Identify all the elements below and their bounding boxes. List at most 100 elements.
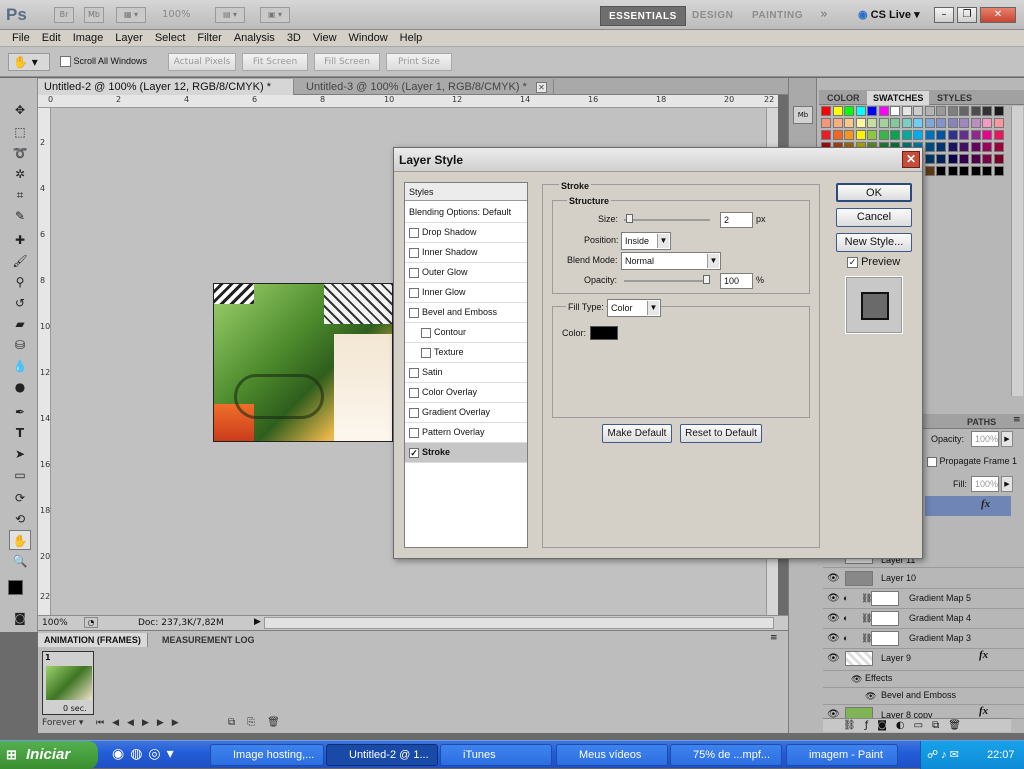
color-swatch[interactable] bbox=[993, 118, 1004, 128]
fill-type-select[interactable]: Color ▼ bbox=[607, 299, 661, 317]
color-swatch[interactable] bbox=[924, 142, 935, 152]
layer-opacity-field[interactable]: 100% bbox=[971, 431, 999, 447]
move-tool-icon[interactable]: ✥ bbox=[9, 100, 31, 120]
color-swatch[interactable] bbox=[947, 142, 958, 152]
cs-live-button[interactable]: ◉ CS Live ▾ bbox=[858, 8, 920, 21]
color-swatch[interactable] bbox=[947, 106, 958, 116]
color-swatch[interactable] bbox=[947, 130, 958, 140]
reset-to-default-button[interactable]: Reset to Default bbox=[680, 424, 762, 443]
opacity-arrow-icon[interactable]: ▶ bbox=[1001, 431, 1013, 447]
restore-button[interactable]: ❐ bbox=[957, 7, 977, 23]
style-item-outer-glow[interactable]: Outer Glow bbox=[405, 263, 527, 283]
menu-analysis[interactable]: Analysis bbox=[228, 30, 281, 47]
magic-wand-tool-icon[interactable]: ✲ bbox=[9, 164, 31, 184]
tab-untitled-3[interactable]: Untitled-3 @ 100% (Layer 1, RGB/8/CMYK) … bbox=[300, 79, 554, 95]
dialog-close-button[interactable]: ✕ bbox=[902, 151, 920, 168]
screen-mode-icon[interactable]: ▣ ▾ bbox=[260, 7, 290, 23]
minimize-button[interactable]: – bbox=[934, 7, 954, 23]
color-swatch[interactable] bbox=[936, 166, 946, 176]
style-item-drop-shadow[interactable]: Drop Shadow bbox=[405, 223, 527, 243]
color-swatch[interactable] bbox=[970, 154, 981, 164]
color-swatch[interactable] bbox=[959, 142, 969, 152]
tab-swatches[interactable]: SWATCHES bbox=[867, 91, 930, 105]
menu-select[interactable]: Select bbox=[149, 30, 192, 47]
color-swatch[interactable] bbox=[878, 106, 889, 116]
menu-window[interactable]: Window bbox=[343, 30, 394, 47]
tab-measurement-log[interactable]: MEASUREMENT LOG bbox=[156, 633, 261, 647]
horizontal-scrollbar[interactable] bbox=[264, 617, 774, 629]
effects-eye-icon[interactable]: 👁 bbox=[851, 670, 862, 689]
color-swatch[interactable] bbox=[844, 118, 854, 128]
panel-menu-icon[interactable]: ≡ bbox=[1013, 415, 1021, 425]
style-item-gradient-overlay[interactable]: Gradient Overlay bbox=[405, 403, 527, 423]
layer-row[interactable]: 👁 ◐ ⛓ Gradient Map 3 bbox=[823, 629, 1024, 649]
tab-animation-frames[interactable]: ANIMATION (FRAMES) bbox=[38, 633, 148, 647]
make-default-button[interactable]: Make Default bbox=[602, 424, 672, 443]
crop-tool-icon[interactable]: ⌗ bbox=[9, 185, 31, 205]
gradient-overlay-checkbox[interactable] bbox=[409, 407, 419, 418]
opacity-input[interactable]: 100 bbox=[720, 273, 753, 289]
drop-shadow-checkbox[interactable] bbox=[409, 227, 419, 238]
fx-icon[interactable]: fx bbox=[979, 649, 988, 661]
color-swatch[interactable] bbox=[959, 118, 969, 128]
menu-3d[interactable]: 3D bbox=[281, 30, 307, 47]
menu-layer[interactable]: Layer bbox=[109, 30, 149, 47]
stroke-color-swatch[interactable] bbox=[590, 326, 618, 340]
color-swatch[interactable] bbox=[867, 130, 877, 140]
color-swatch[interactable] bbox=[890, 118, 900, 128]
color-swatch[interactable] bbox=[993, 154, 1004, 164]
scroll-all-windows-checkbox[interactable] bbox=[60, 56, 71, 68]
style-item-inner-shadow[interactable]: Inner Shadow bbox=[405, 243, 527, 263]
color-swatch[interactable] bbox=[959, 106, 969, 116]
fx-icon[interactable]: fx bbox=[979, 705, 988, 717]
new-style-button[interactable]: New Style... bbox=[836, 233, 912, 252]
tray-icons[interactable]: ☍♪✉ bbox=[927, 741, 962, 769]
color-swatch[interactable] bbox=[901, 106, 912, 116]
clone-stamp-tool-icon[interactable]: ⚲ bbox=[9, 272, 31, 292]
view-extras-icon[interactable]: ▦ ▾ bbox=[116, 7, 146, 23]
brush-tool-icon[interactable]: 🖌 bbox=[9, 251, 31, 271]
blur-tool-icon[interactable]: 💧 bbox=[9, 356, 31, 376]
color-swatch[interactable] bbox=[970, 130, 981, 140]
layer-effect-row[interactable]: 👁 Bevel and Emboss bbox=[823, 688, 1024, 705]
zoom-level[interactable]: 100% bbox=[162, 9, 191, 20]
tab-color[interactable]: COLOR bbox=[821, 91, 866, 105]
color-swatch[interactable] bbox=[947, 118, 958, 128]
bevel-emboss-checkbox[interactable] bbox=[409, 307, 419, 318]
size-slider-thumb[interactable] bbox=[626, 214, 634, 223]
color-swatch[interactable] bbox=[901, 118, 912, 128]
layer-fill-field[interactable]: 100% bbox=[971, 476, 999, 492]
color-swatch[interactable] bbox=[832, 130, 843, 140]
menu-filter[interactable]: Filter bbox=[191, 30, 227, 47]
color-swatch[interactable] bbox=[970, 142, 981, 152]
color-swatch[interactable] bbox=[924, 118, 935, 128]
blend-mode-select[interactable]: Normal ▼ bbox=[621, 252, 721, 270]
marquee-tool-icon[interactable]: ⬚ bbox=[9, 122, 31, 142]
color-swatch[interactable] bbox=[924, 166, 935, 176]
ok-button[interactable]: OK bbox=[836, 183, 912, 202]
panel-menu-icon[interactable]: ≡ bbox=[770, 633, 778, 643]
color-swatch[interactable] bbox=[913, 106, 923, 116]
style-item-bevel-emboss[interactable]: Bevel and Emboss bbox=[405, 303, 527, 323]
close-button[interactable]: ✕ bbox=[980, 7, 1016, 23]
hand-tool-icon[interactable]: ✋ bbox=[9, 530, 31, 550]
visibility-eye-icon[interactable]: 👁 bbox=[827, 705, 840, 718]
color-swatch[interactable] bbox=[936, 154, 946, 164]
texture-checkbox[interactable] bbox=[421, 347, 431, 358]
color-swatch[interactable] bbox=[832, 106, 843, 116]
quick-launch-icons[interactable]: ◉◍◎▾ bbox=[112, 746, 180, 762]
tab-paths[interactable]: PATHS bbox=[961, 415, 1002, 429]
minibridge-icon[interactable]: Mb bbox=[84, 7, 104, 23]
menu-file[interactable]: File bbox=[6, 30, 36, 47]
color-swatch[interactable] bbox=[936, 142, 946, 152]
color-swatch[interactable] bbox=[993, 166, 1004, 176]
paint-bucket-tool-icon[interactable]: ⛁ bbox=[9, 335, 31, 355]
clock[interactable]: 22:07 bbox=[987, 741, 1015, 769]
color-swatch[interactable] bbox=[936, 118, 946, 128]
color-swatch[interactable] bbox=[982, 142, 992, 152]
scroll-all-windows-option[interactable]: Scroll All Windows bbox=[60, 56, 147, 68]
minibridge-panel-icon[interactable]: Mb bbox=[793, 106, 813, 124]
color-swatch[interactable] bbox=[936, 130, 946, 140]
type-tool-icon[interactable]: T bbox=[9, 423, 31, 443]
color-swatch[interactable] bbox=[844, 130, 854, 140]
